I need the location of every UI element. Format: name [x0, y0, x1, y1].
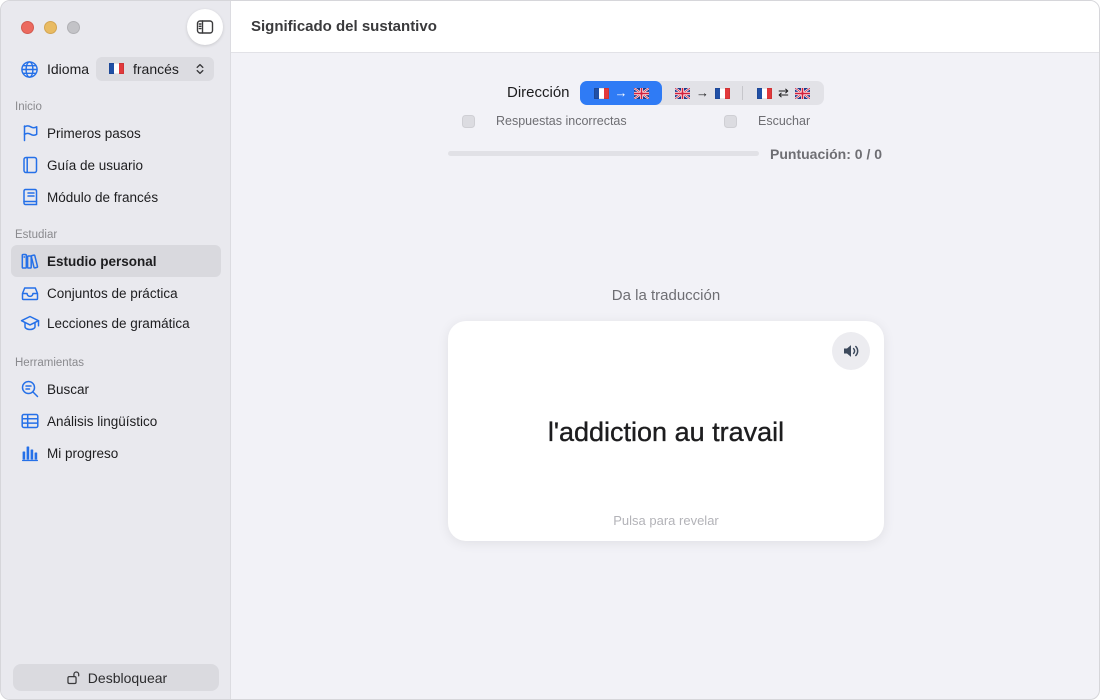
sidebar-item-estudio-personal[interactable]: Estudio personal	[11, 245, 221, 277]
section-title-inicio: Inicio	[15, 101, 42, 113]
flashcard-hint: Pulsa para revelar	[613, 513, 719, 528]
sidebar-item-label: Primeros pasos	[47, 125, 141, 141]
sidebar-item-label: Estudio personal	[47, 253, 157, 269]
sidebar-left-icon	[195, 17, 215, 37]
chevron-up-down-icon	[192, 61, 208, 77]
app-window: Idioma francés Inicio Primeros pasos Guí…	[0, 0, 1100, 700]
sidebar-item-label: Buscar	[47, 381, 90, 397]
page-title: Significado del sustantivo	[251, 18, 437, 35]
flag-fr-icon	[594, 88, 609, 99]
zoom-window-button[interactable]	[67, 21, 80, 34]
sidebar-item-modulo-de-frances[interactable]: Módulo de francés	[11, 181, 221, 213]
sidebar-item-label: Conjuntos de práctica	[47, 285, 178, 301]
language-label: Idioma	[47, 61, 90, 77]
section-title-estudiar: Estudiar	[15, 229, 58, 241]
direction-arrow: ⇄	[778, 85, 789, 100]
score-progress-bar	[448, 151, 759, 156]
direction-segment-both[interactable]: ⇄	[743, 81, 824, 105]
book-icon	[20, 155, 40, 175]
unlock-button-label: Desbloquear	[87, 669, 168, 686]
graduation-cap-icon	[20, 313, 40, 333]
direction-segmented-control: → → ⇄	[580, 81, 824, 105]
language-select[interactable]: francés	[96, 57, 214, 81]
sidebar-item-label: Mi progreso	[47, 445, 119, 461]
sidebar-item-lecciones-de-gramatica[interactable]: Lecciones de gramática	[11, 307, 221, 339]
sidebar: Idioma francés Inicio Primeros pasos Guí…	[1, 1, 231, 699]
bar-chart-icon	[20, 443, 40, 463]
lock-open-icon	[65, 669, 82, 686]
flag-fr-icon	[757, 88, 772, 99]
sidebar-item-label: Módulo de francés	[47, 189, 159, 205]
books-icon	[20, 251, 40, 271]
text-book-icon	[20, 187, 40, 207]
flag-gb-icon	[634, 88, 649, 99]
flag-icon	[20, 123, 40, 143]
sidebar-item-primeros-pasos[interactable]: Primeros pasos	[11, 117, 221, 149]
sidebar-item-mi-progreso[interactable]: Mi progreso	[11, 437, 221, 469]
prompt-text: Da la traducción	[611, 287, 721, 304]
listen-checkbox[interactable]	[724, 115, 737, 128]
flag-fr-icon	[109, 63, 124, 74]
listen-label: Escuchar	[758, 114, 811, 128]
table-icon	[20, 411, 40, 431]
window-header: Significado del sustantivo	[231, 1, 1099, 53]
wrong-answers-label: Respuestas incorrectas	[496, 114, 627, 128]
sidebar-item-label: Análisis lingüístico	[47, 413, 158, 429]
direction-segment-en-to-fr[interactable]: →	[662, 81, 743, 105]
sidebar-toggle-button[interactable]	[187, 9, 223, 45]
search-icon	[20, 379, 40, 399]
section-title-herramientas: Herramientas	[15, 357, 85, 369]
wrong-answers-checkbox[interactable]	[462, 115, 475, 128]
sidebar-item-label: Guía de usuario	[47, 157, 144, 173]
sidebar-item-analisis-linguistico[interactable]: Análisis lingüístico	[11, 405, 221, 437]
sidebar-item-buscar[interactable]: Buscar	[11, 373, 221, 405]
flag-gb-icon	[795, 88, 810, 99]
speaker-icon	[841, 341, 861, 361]
direction-arrow: →	[614, 85, 628, 100]
score-text: Puntuación: 0 / 0	[770, 146, 883, 162]
flag-gb-icon	[675, 88, 690, 99]
minimize-window-button[interactable]	[44, 21, 57, 34]
globe-icon	[20, 60, 39, 79]
sidebar-item-conjuntos-de-practica[interactable]: Conjuntos de práctica	[11, 277, 221, 309]
close-window-button[interactable]	[21, 21, 34, 34]
play-audio-button[interactable]	[832, 332, 870, 370]
language-select-value: francés	[133, 61, 179, 77]
sidebar-item-label: Lecciones de gramática	[47, 315, 190, 331]
flashcard[interactable]: l'addiction au travail Pulsa para revela…	[448, 321, 884, 541]
direction-label: Dirección	[507, 84, 570, 101]
tray-icon	[20, 283, 40, 303]
flag-fr-icon	[715, 88, 730, 99]
direction-segment-fr-to-en[interactable]: →	[580, 81, 662, 105]
direction-arrow: →	[696, 85, 709, 100]
sidebar-item-guia-de-usuario[interactable]: Guía de usuario	[11, 149, 221, 181]
flashcard-word: l'addiction au travail	[547, 417, 785, 447]
unlock-button[interactable]: Desbloquear	[13, 664, 219, 691]
